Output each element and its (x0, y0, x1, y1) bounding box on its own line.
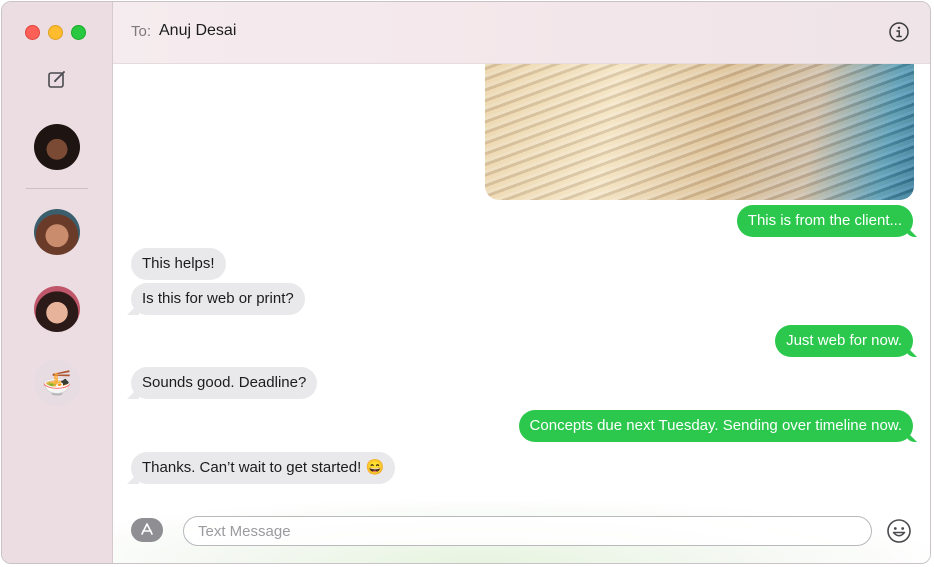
received-message[interactable]: Sounds good. Deadline? (131, 367, 318, 399)
info-icon[interactable] (888, 21, 910, 43)
minimize-window-button[interactable] (48, 25, 63, 40)
received-message[interactable]: Thanks. Can’t wait to get started! 😄 (131, 452, 396, 484)
message-thread: This is from the client... This helps! I… (113, 64, 930, 501)
sidebar-divider (26, 188, 88, 189)
app-store-button[interactable] (131, 518, 163, 542)
zoom-window-button[interactable] (71, 25, 86, 40)
sidebar: 🍜 (2, 2, 113, 563)
recipient-name[interactable]: Anuj Desai (159, 22, 236, 40)
conversation-avatar[interactable] (34, 209, 80, 255)
conversation-avatar[interactable] (34, 286, 80, 332)
sent-message[interactable]: This is from the client... (736, 205, 913, 237)
message-input[interactable] (183, 516, 872, 546)
shared-photo[interactable] (485, 64, 914, 200)
conversation-avatar[interactable]: 🍜 (34, 360, 80, 406)
sent-message[interactable]: Concepts due next Tuesday. Sending over … (518, 410, 913, 442)
to-label: To: (131, 23, 152, 40)
sent-message[interactable]: Just web for now. (775, 325, 913, 357)
composer-bar (113, 501, 930, 563)
app-store-icon (141, 523, 153, 535)
compose-icon[interactable] (46, 68, 68, 90)
emoji-icon[interactable] (886, 518, 912, 544)
noodle-emoji-icon: 🍜 (42, 369, 72, 397)
close-window-button[interactable] (25, 25, 40, 40)
conversation-avatar[interactable] (34, 124, 80, 170)
conversation-header: To: Anuj Desai (113, 2, 930, 64)
received-message[interactable]: Is this for web or print? (131, 283, 305, 315)
received-message[interactable]: This helps! (131, 248, 226, 280)
messages-window: 🍜 To: Anuj Desai This is from the client… (1, 1, 931, 564)
